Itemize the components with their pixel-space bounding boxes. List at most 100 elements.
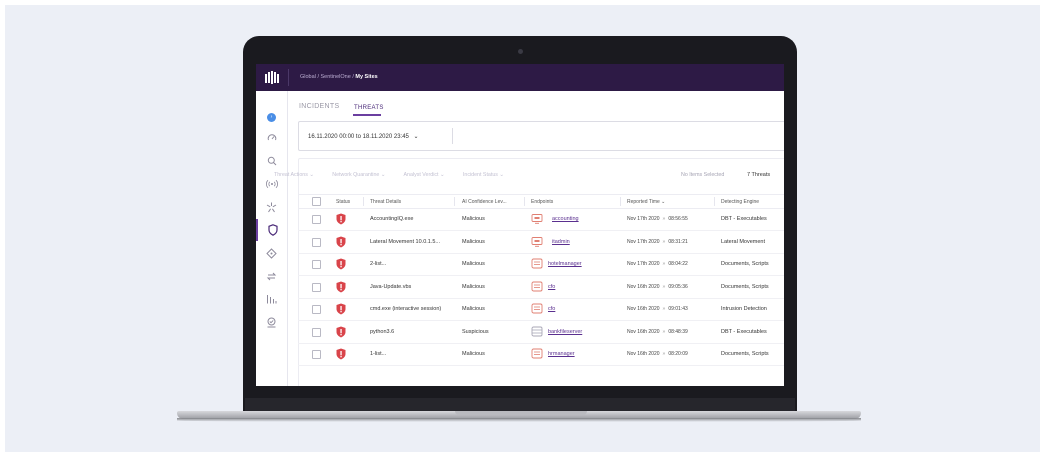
table-row[interactable]: cmd.exe (interactive session) Malicious cf… (298, 298, 784, 321)
column-status[interactable]: Status (336, 199, 350, 205)
column-divider (524, 197, 525, 206)
table-row[interactable]: AccountingIQ.exe Malicious accounting Nov 1… (298, 208, 784, 231)
sidebar-item-incidents[interactable] (256, 219, 287, 241)
threat-shield-icon (336, 258, 346, 270)
detecting-engine: Documents, Scripts (721, 351, 769, 357)
column-endpoints[interactable]: Endpoints (531, 199, 553, 205)
sentinelone-logo-icon[interactable] (265, 71, 279, 84)
select-all-checkbox[interactable] (312, 197, 321, 206)
column-divider (454, 197, 455, 206)
sidebar-item-dashboard[interactable] (256, 129, 287, 147)
sidebar-item-ranger[interactable] (256, 244, 287, 262)
endpoint-link[interactable]: itadmin (552, 239, 570, 245)
reported-time: Nov 17th 2020» 08:56:55 (627, 216, 688, 222)
ai-confidence: Malicious (462, 306, 485, 312)
ai-confidence: Malicious (462, 238, 485, 245)
threat-name[interactable]: AccountingIQ.exe (370, 216, 413, 222)
threat-name[interactable]: python3.6 (370, 329, 394, 335)
row-checkbox[interactable] (312, 215, 321, 224)
threat-shield-icon (336, 213, 346, 225)
threat-shield-icon (336, 236, 346, 247)
breadcrumb-global[interactable]: Global (300, 74, 316, 80)
row-checkbox[interactable] (312, 282, 321, 292)
row-checkbox[interactable] (312, 237, 321, 247)
reported-date: Nov 17th 2020 (627, 216, 660, 222)
time-separator: » (662, 238, 666, 245)
row-checkbox[interactable] (312, 350, 321, 359)
reported-clock: 08:56:55 (668, 216, 688, 222)
row-checkbox[interactable] (312, 327, 321, 337)
sidebar-item-reports[interactable] (256, 290, 287, 308)
monitor-icon (531, 303, 543, 314)
incident-status-dropdown[interactable]: Incident Status ⌄ (463, 172, 504, 178)
table-row[interactable]: 1-list... Malicious hrmanager Nov 16th 2020… (298, 343, 784, 366)
tab-incidents[interactable]: INCIDENTS (299, 103, 339, 110)
endpoint-link[interactable]: hrmanager (548, 351, 575, 357)
endpoint-link[interactable]: accounting (552, 216, 579, 222)
threat-count: 7 Threats (747, 172, 771, 178)
threat-actions-dropdown[interactable]: Threat Actions ⌄ (274, 172, 314, 178)
column-divider (714, 197, 715, 206)
detecting-engine: DBT - Executables (721, 216, 767, 222)
chevron-down-icon: ⌄ (413, 134, 419, 140)
threat-name[interactable]: 1-list... (370, 351, 386, 357)
reported-time: Nov 17th 2020» 08:31:21 (627, 239, 688, 245)
reported-clock: 08:04:22 (668, 261, 688, 267)
threat-shield-icon (336, 281, 346, 292)
breadcrumb-separator: / (317, 74, 319, 80)
column-threat-details[interactable]: Threat Details (370, 199, 401, 205)
table-row[interactable]: 2-list... Malicious hotelmanager Nov 17th 2… (298, 253, 784, 276)
reported-clock: 08:48:39 (668, 328, 688, 335)
sync-arrows-icon (266, 272, 277, 280)
table-row[interactable]: Lateral Movement 10.0.1.5... Malicious ita… (298, 231, 784, 254)
reported-date: Nov 16th 2020 (627, 306, 660, 312)
ai-confidence: Malicious (462, 283, 485, 290)
threat-name[interactable]: Java-Update.vbs (370, 284, 411, 290)
date-range-filter[interactable]: 16.11.2020 00:00 to 18.11.2020 23:45 ⌄ (298, 121, 784, 151)
tab-threats[interactable]: THREATS (354, 105, 384, 111)
sidebar-item-expand[interactable]: › (256, 108, 287, 126)
table-row[interactable]: python3.6 Suspicious bankfileserver Nov 16t… (298, 321, 784, 344)
sidebar-item-sentinels[interactable] (256, 198, 287, 216)
reported-clock: 09:05:36 (668, 283, 688, 290)
reported-date: Nov 17th 2020 (627, 238, 660, 245)
analyst-verdict-dropdown[interactable]: Analyst Verdict ⌄ (403, 172, 444, 178)
breadcrumb-current[interactable]: My Sites (355, 74, 377, 80)
column-ai-confidence[interactable]: AI Confidence Lev... (462, 199, 507, 205)
threat-name[interactable]: cmd.exe (interactive session) (370, 306, 441, 312)
reported-clock: 08:20:09 (668, 351, 688, 357)
detecting-engine: Documents, Scripts (721, 261, 769, 267)
date-range-value: 16.11.2020 00:00 to 18.11.2020 23:45 ⌄ (308, 133, 419, 140)
breadcrumb: Global / SentinelOne / My Sites (300, 74, 378, 80)
desktop-icon (531, 236, 543, 247)
reported-time: Nov 16th 2020» 09:05:36 (627, 284, 688, 290)
threat-shield-icon (336, 326, 346, 337)
endpoint-link[interactable]: cfo (548, 306, 555, 312)
reported-date: Nov 16th 2020 (627, 328, 660, 335)
sidebar-item-automation[interactable] (256, 267, 287, 285)
endpoint-link[interactable]: hotelmanager (548, 261, 582, 267)
network-quarantine-dropdown[interactable]: Network Quarantine ⌄ (332, 172, 385, 178)
reported-time: Nov 16th 2020» 08:48:39 (627, 329, 688, 335)
table-header: Status Threat Details AI Confidence Lev.… (298, 194, 784, 209)
threat-name[interactable]: Lateral Movement 10.0.1.5... (370, 239, 440, 245)
column-detecting-engine[interactable]: Detecting Engine (721, 199, 759, 205)
breadcrumb-sentinelone[interactable]: SentinelOne (321, 74, 351, 80)
endpoint-link[interactable]: bankfileserver (548, 329, 582, 335)
ai-confidence: Malicious (462, 261, 485, 267)
table-row[interactable]: Java-Update.vbs Malicious cfo Nov 16th 2020… (298, 276, 784, 299)
column-reported-time[interactable]: Reported Time ⌄ (627, 199, 665, 205)
search-icon (267, 156, 276, 166)
row-checkbox[interactable] (312, 260, 321, 269)
threat-name[interactable]: 2-list... (370, 261, 386, 267)
sentinel-star-icon (266, 202, 277, 212)
row-checkbox[interactable] (312, 305, 321, 314)
shield-icon (267, 224, 278, 236)
ai-confidence: Malicious (462, 216, 485, 222)
monitor-icon (531, 281, 543, 291)
reported-date: Nov 16th 2020 (627, 351, 660, 357)
sidebar-item-account[interactable] (256, 313, 287, 331)
user-settings-icon (267, 317, 276, 327)
endpoint-link[interactable]: cfo (548, 284, 555, 290)
sidebar-item-visibility[interactable] (256, 152, 287, 170)
